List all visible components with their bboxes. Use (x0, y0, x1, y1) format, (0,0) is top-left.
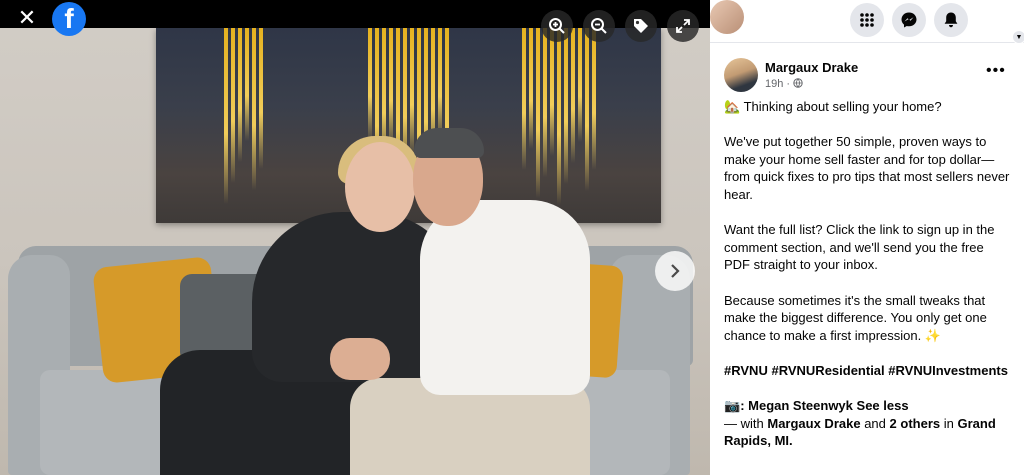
clasped-hands (330, 338, 390, 380)
facebook-logo-letter: f (64, 3, 74, 34)
hashtag-rvnu[interactable]: #RVNU (724, 363, 768, 378)
man-figure (420, 200, 590, 395)
tagged-others[interactable]: 2 others (890, 416, 941, 431)
tagged-person[interactable]: Margaux Drake (767, 416, 860, 431)
artwork-gold-stroke (245, 28, 249, 141)
artwork-gold-stroke (571, 28, 575, 163)
tag-icon (634, 19, 648, 33)
meta-separator: · (786, 78, 794, 90)
tagged-with: — with Margaux Drake and 2 others in Gra… (724, 415, 1010, 450)
artwork-gold-stroke (557, 28, 561, 205)
artwork-gold-stroke (578, 28, 582, 142)
in-text: in (943, 415, 954, 431)
post-paragraph-4-text: Because sometimes it's the small tweaks … (724, 292, 987, 343)
artwork-gold-stroke (543, 28, 547, 177)
post-headline: Thinking about selling your home? (743, 99, 942, 114)
post-paragraph-3: Want the full list? Click the link to si… (724, 222, 995, 273)
chevron-down-icon: ▼ (1012, 30, 1024, 44)
hashtag-rvnu-residential[interactable]: #RVNUResidential (771, 363, 884, 378)
and-text: and (864, 415, 886, 431)
photo-credit: 📷: Megan Steenwyk See less (724, 398, 909, 414)
close-icon: ✕ (17, 5, 37, 30)
with-prefix: — with (724, 415, 764, 431)
post-meta: 19h · (765, 78, 803, 90)
author-name[interactable]: Margaux Drake (765, 60, 858, 75)
artwork-gold-stroke (536, 28, 540, 198)
post-author: Margaux Drake 19h · (724, 58, 1014, 98)
camera-icon: 📷 (724, 398, 741, 414)
post-paragraph-2: We've put together 50 simple, proven way… (724, 134, 1010, 202)
see-less-link[interactable]: See less (857, 398, 909, 413)
post-text: 🏡 Thinking about selling your home? We'v… (724, 98, 1010, 450)
next-photo-button[interactable] (655, 251, 695, 291)
man-hair (414, 128, 484, 158)
bell-icon (944, 12, 958, 28)
artwork-gold-stroke (564, 28, 568, 184)
more-options-button[interactable]: ••• (986, 62, 1006, 80)
hashtag-rvnu-investments[interactable]: #RVNUInvestments (888, 363, 1008, 378)
artwork-gold-stroke (410, 28, 414, 156)
credit-name[interactable]: Megan Steenwyk (748, 398, 853, 413)
artwork-gold-stroke (368, 28, 372, 142)
top-nav: ▼ (710, 0, 1024, 44)
artwork-gold-stroke (529, 28, 533, 149)
profile-avatar-button[interactable]: ▼ (710, 0, 1024, 44)
facebook-logo[interactable]: f (52, 2, 86, 36)
artwork-gold-stroke (238, 28, 242, 162)
woman-face (345, 142, 415, 232)
chevron-right-icon (671, 264, 680, 278)
close-button[interactable]: ✕ (11, 2, 43, 34)
artwork-gold-stroke (389, 28, 393, 149)
artwork-gold-stroke (231, 28, 235, 183)
zoom-out-icon (591, 18, 607, 34)
zoom-out-button[interactable] (583, 10, 615, 42)
post-line-1: 🏡 Thinking about selling your home? (724, 98, 1010, 116)
tag-button[interactable] (625, 10, 657, 42)
artwork-gold-stroke (252, 28, 256, 190)
messenger-icon (901, 12, 917, 28)
house-icon: 🏡 (724, 99, 741, 114)
artwork-gold-stroke (259, 28, 263, 169)
photo-viewer: ✕ f (0, 0, 710, 475)
artwork-gold-stroke (592, 28, 596, 170)
artwork-gold-stroke (522, 28, 526, 170)
notifications-button[interactable] (934, 3, 968, 37)
artwork-gold-stroke (224, 28, 228, 204)
hashtags: #RVNU #RVNUResidential #RVNUInvestments (724, 362, 1010, 380)
artwork-gold-stroke (585, 28, 589, 191)
grid-menu-icon (860, 13, 874, 27)
sparkle-icon: ✨ (924, 327, 942, 343)
artwork-gold-stroke (550, 28, 554, 156)
zoom-in-button[interactable] (541, 10, 573, 42)
post-panel: ▼ Margaux Drake 19h · ••• 🏡 Thinking abo… (710, 0, 1024, 475)
messenger-button[interactable] (892, 3, 926, 37)
globe-icon (793, 78, 803, 88)
artwork-gold-stroke (438, 28, 442, 142)
zoom-in-icon (549, 18, 565, 34)
expand-icon (676, 19, 690, 33)
author-avatar[interactable] (724, 58, 758, 92)
fullscreen-button[interactable] (667, 10, 699, 42)
menu-button[interactable] (850, 3, 884, 37)
post-time[interactable]: 19h (765, 78, 783, 90)
post-paragraph-4: Because sometimes it's the small tweaks … (724, 292, 1010, 345)
